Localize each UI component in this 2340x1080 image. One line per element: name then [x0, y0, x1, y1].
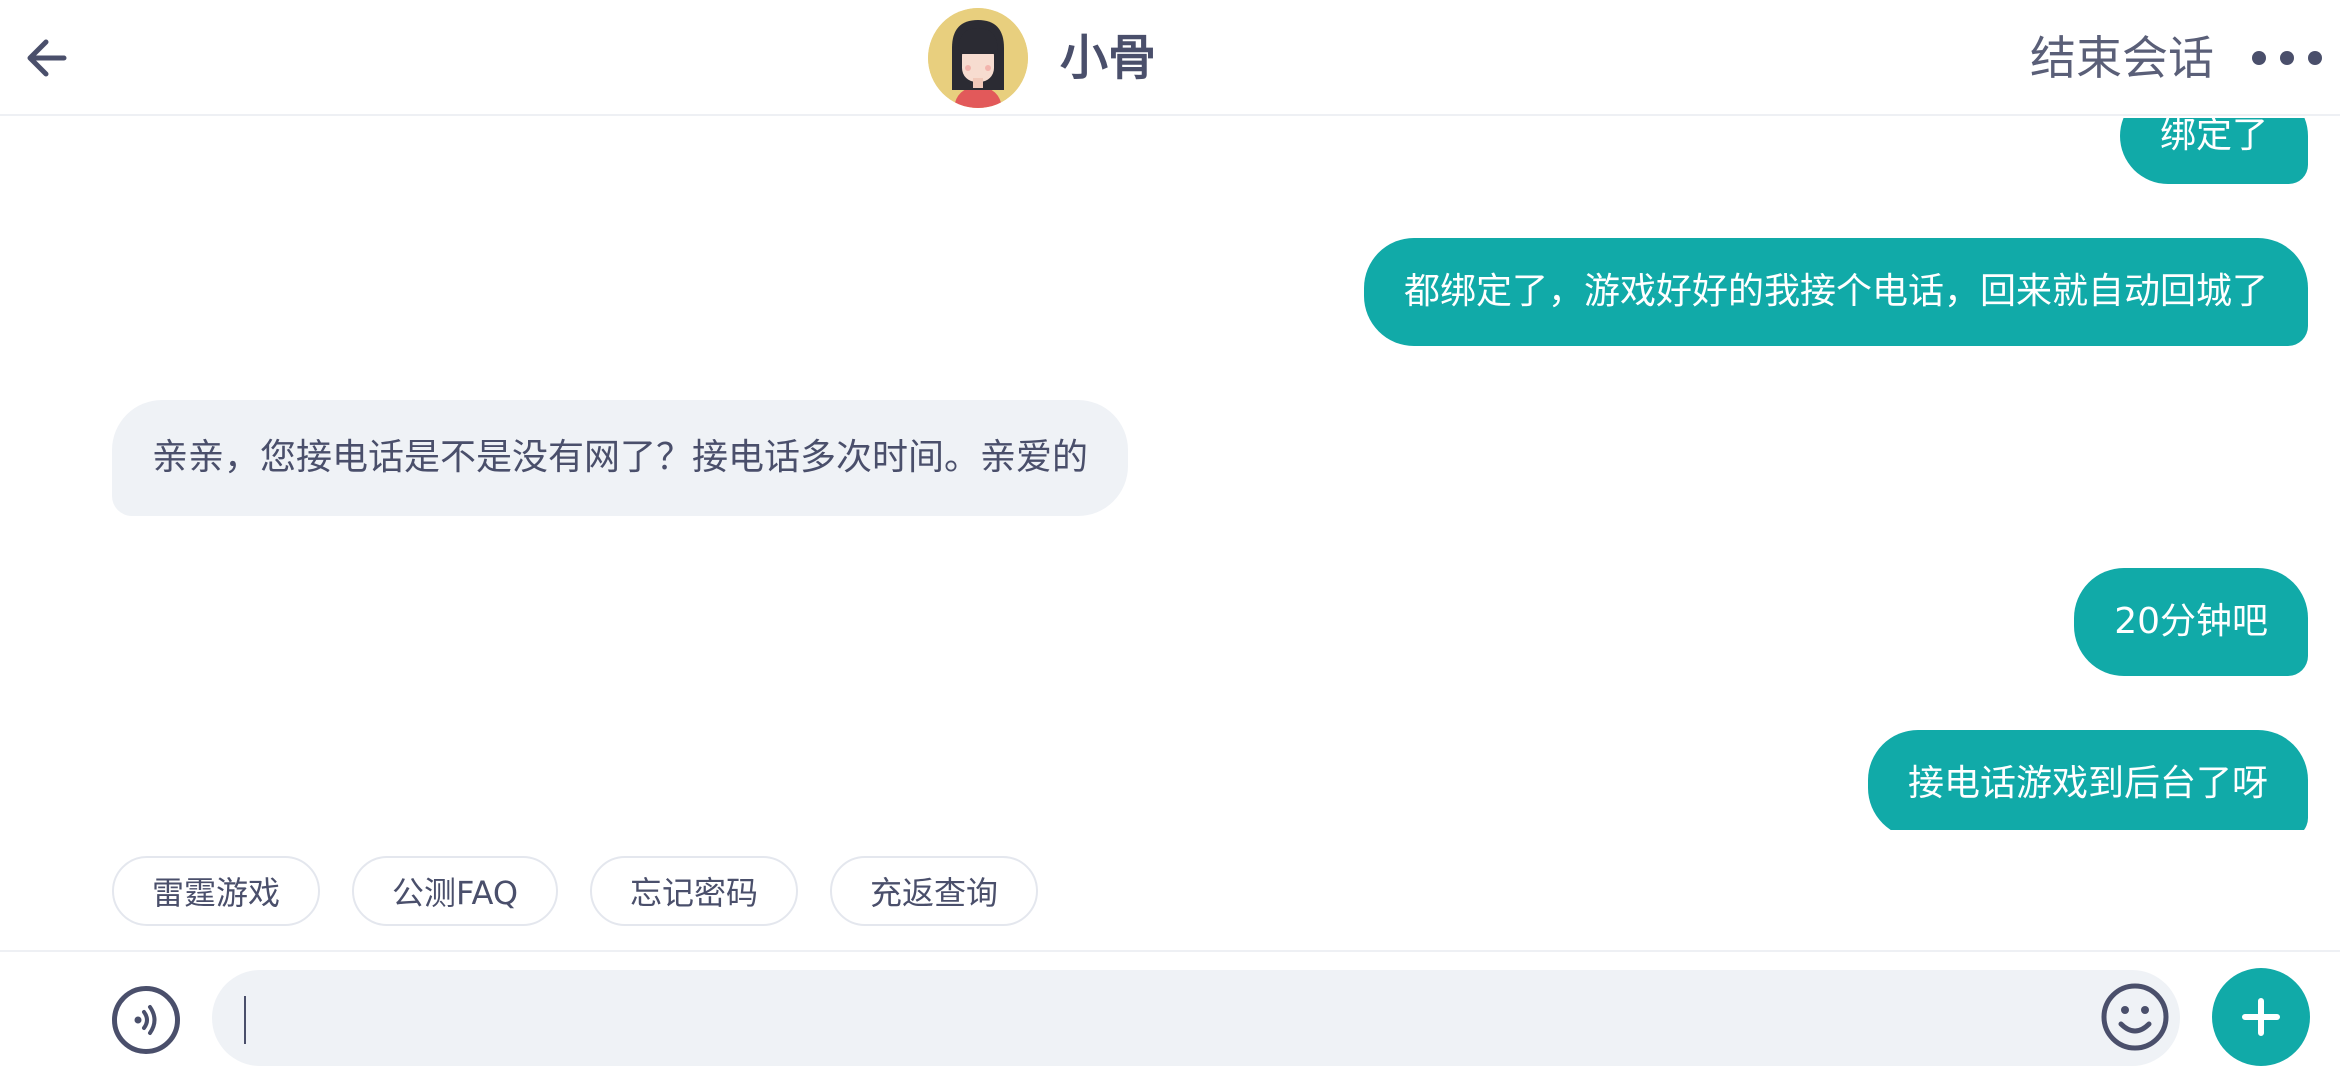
quick-reply-chip[interactable]: 充返查询 — [830, 856, 1039, 926]
message-bubble-outgoing[interactable]: 都绑定了，游戏好好的我接个电话，回来就自动回城了 — [1363, 238, 2308, 346]
contact-name: 小骨 — [1060, 30, 1157, 86]
more-button[interactable] — [2252, 34, 2322, 82]
plus-button[interactable] — [2212, 968, 2310, 1066]
message-bubble-outgoing[interactable]: 接电话游戏到后台了呀 — [1867, 730, 2308, 830]
message-bubble-outgoing[interactable]: 绑定了 — [2119, 118, 2308, 184]
more-dot — [2280, 51, 2294, 65]
text-caret — [244, 996, 246, 1044]
more-dot — [2308, 51, 2322, 65]
message-list[interactable]: 绑定了 都绑定了，游戏好好的我接个电话，回来就自动回城了 亲亲，您接电话是不是没… — [0, 118, 2340, 830]
composer-bar — [0, 950, 2340, 1080]
chat-header: 小骨 结束会话 — [0, 0, 2340, 116]
end-chat-button[interactable]: 结束会话 — [2030, 30, 2214, 86]
voice-button[interactable] — [112, 986, 180, 1054]
plus-icon — [2242, 998, 2280, 1036]
girl-avatar-icon — [928, 8, 1028, 108]
quick-reply-chip[interactable]: 忘记密码 — [590, 856, 799, 926]
message-input[interactable] — [212, 970, 2180, 1066]
emoji-icon — [2101, 983, 2169, 1051]
message-bubble-incoming[interactable]: 亲亲，您接电话是不是没有网了？接电话多次时间。亲爱的 — [112, 400, 1129, 516]
voice-icon — [134, 1005, 157, 1035]
quick-reply-chip[interactable]: 公测FAQ — [352, 856, 559, 926]
arrow-left-icon — [27, 39, 67, 77]
avatar[interactable] — [928, 8, 1028, 108]
quick-reply-chip[interactable]: 雷霆游戏 — [112, 856, 321, 926]
message-bubble-outgoing[interactable]: 20分钟吧 — [2074, 568, 2308, 676]
emoji-button[interactable] — [2100, 982, 2170, 1052]
more-dots-icon — [2252, 51, 2266, 65]
quick-reply-bar: 雷霆游戏 公测FAQ 忘记密码 充返查询 — [112, 856, 1039, 926]
back-button[interactable] — [14, 26, 78, 90]
